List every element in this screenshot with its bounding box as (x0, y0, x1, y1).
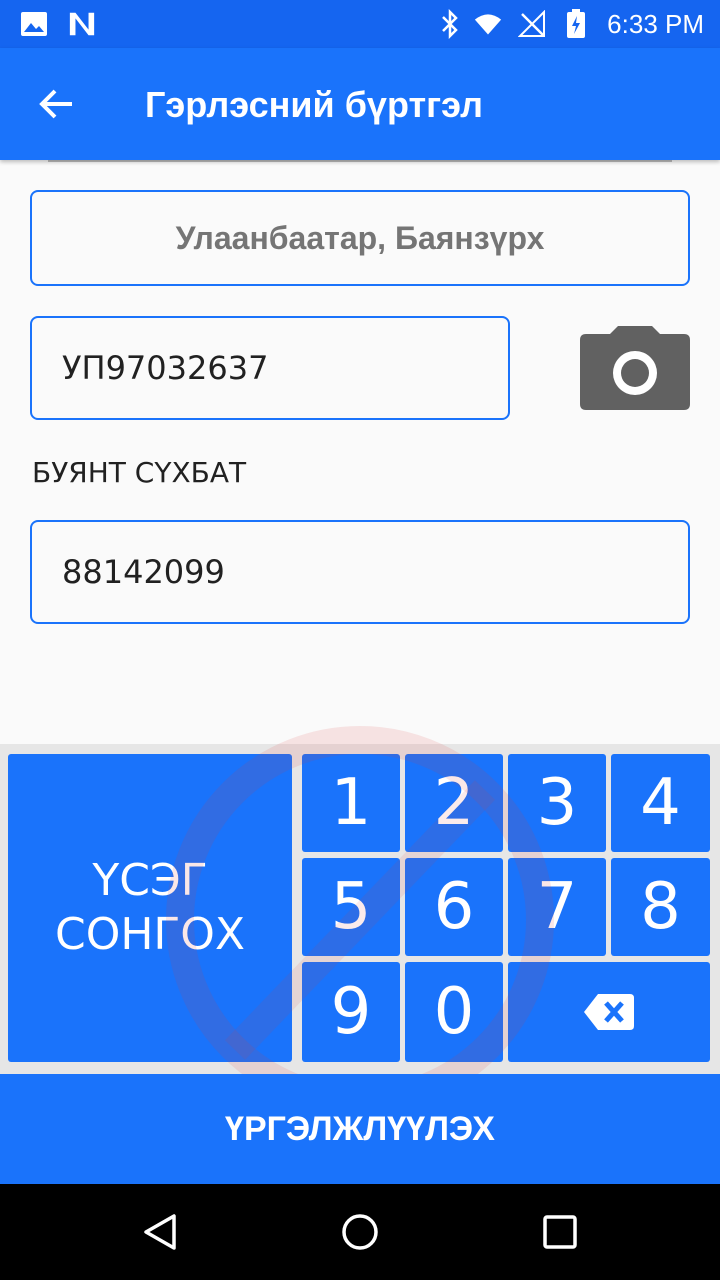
page-title: Гэрлэсний бүртгэл (145, 84, 483, 125)
home-nav-button[interactable] (336, 1208, 384, 1256)
camera-icon (580, 326, 690, 410)
recents-nav-icon (543, 1215, 577, 1249)
location-value: Улаанбаатар, Баянзүрх (175, 219, 545, 256)
status-time: 6:33 PM (607, 9, 704, 39)
divider (48, 160, 672, 162)
status-bar: 6:33 PM (0, 0, 720, 48)
wifi-icon (474, 10, 502, 38)
key-5[interactable]: 5 (302, 858, 400, 956)
recents-nav-button[interactable] (536, 1208, 584, 1256)
continue-button[interactable]: ҮРГЭЛЖЛҮҮЛЭХ (0, 1074, 720, 1184)
n-icon (68, 10, 96, 38)
name-label: БУЯНТ СҮХБАТ (32, 456, 247, 489)
key-7[interactable]: 7 (508, 858, 606, 956)
key-4[interactable]: 4 (611, 754, 710, 852)
key-8[interactable]: 8 (611, 858, 710, 956)
id-number-field[interactable]: УП97032637 (30, 316, 510, 420)
app-bar: Гэрлэсний бүртгэл (0, 48, 720, 160)
back-button[interactable] (24, 76, 88, 132)
key-1[interactable]: 1 (302, 754, 400, 852)
keypad: ҮСЭГ СОНГОХ 1 2 3 4 5 6 7 8 9 0 (0, 744, 720, 1074)
letters-key-line1: ҮСЭГ (92, 855, 208, 906)
arrow-back-icon (39, 89, 72, 119)
key-9[interactable]: 9 (302, 962, 400, 1062)
letters-key-line2: СОНГОХ (54, 909, 246, 960)
phone-value: 88142099 (62, 553, 225, 591)
key-3[interactable]: 3 (508, 754, 606, 852)
camera-button[interactable] (580, 326, 690, 410)
no-sim-icon (518, 10, 546, 38)
screen: 6:33 PM Гэрлэсний бүртгэл Улаанбаатар, Б… (0, 0, 720, 1280)
home-nav-icon (342, 1214, 378, 1250)
back-nav-icon (144, 1214, 176, 1250)
bluetooth-icon (436, 9, 464, 39)
image-icon (20, 10, 48, 38)
letters-select-key[interactable]: ҮСЭГ СОНГОХ (8, 754, 292, 1062)
location-field[interactable]: Улаанбаатар, Баянзүрх (30, 190, 690, 286)
id-number-value: УП97032637 (62, 349, 269, 387)
backspace-icon (584, 994, 634, 1030)
key-0[interactable]: 0 (405, 962, 503, 1062)
battery-icon (562, 9, 590, 38)
back-nav-button[interactable] (136, 1208, 184, 1256)
backspace-key[interactable] (508, 962, 710, 1062)
key-6[interactable]: 6 (405, 858, 503, 956)
phone-field[interactable]: 88142099 (30, 520, 690, 624)
navigation-bar (0, 1184, 720, 1280)
key-2[interactable]: 2 (405, 754, 503, 852)
